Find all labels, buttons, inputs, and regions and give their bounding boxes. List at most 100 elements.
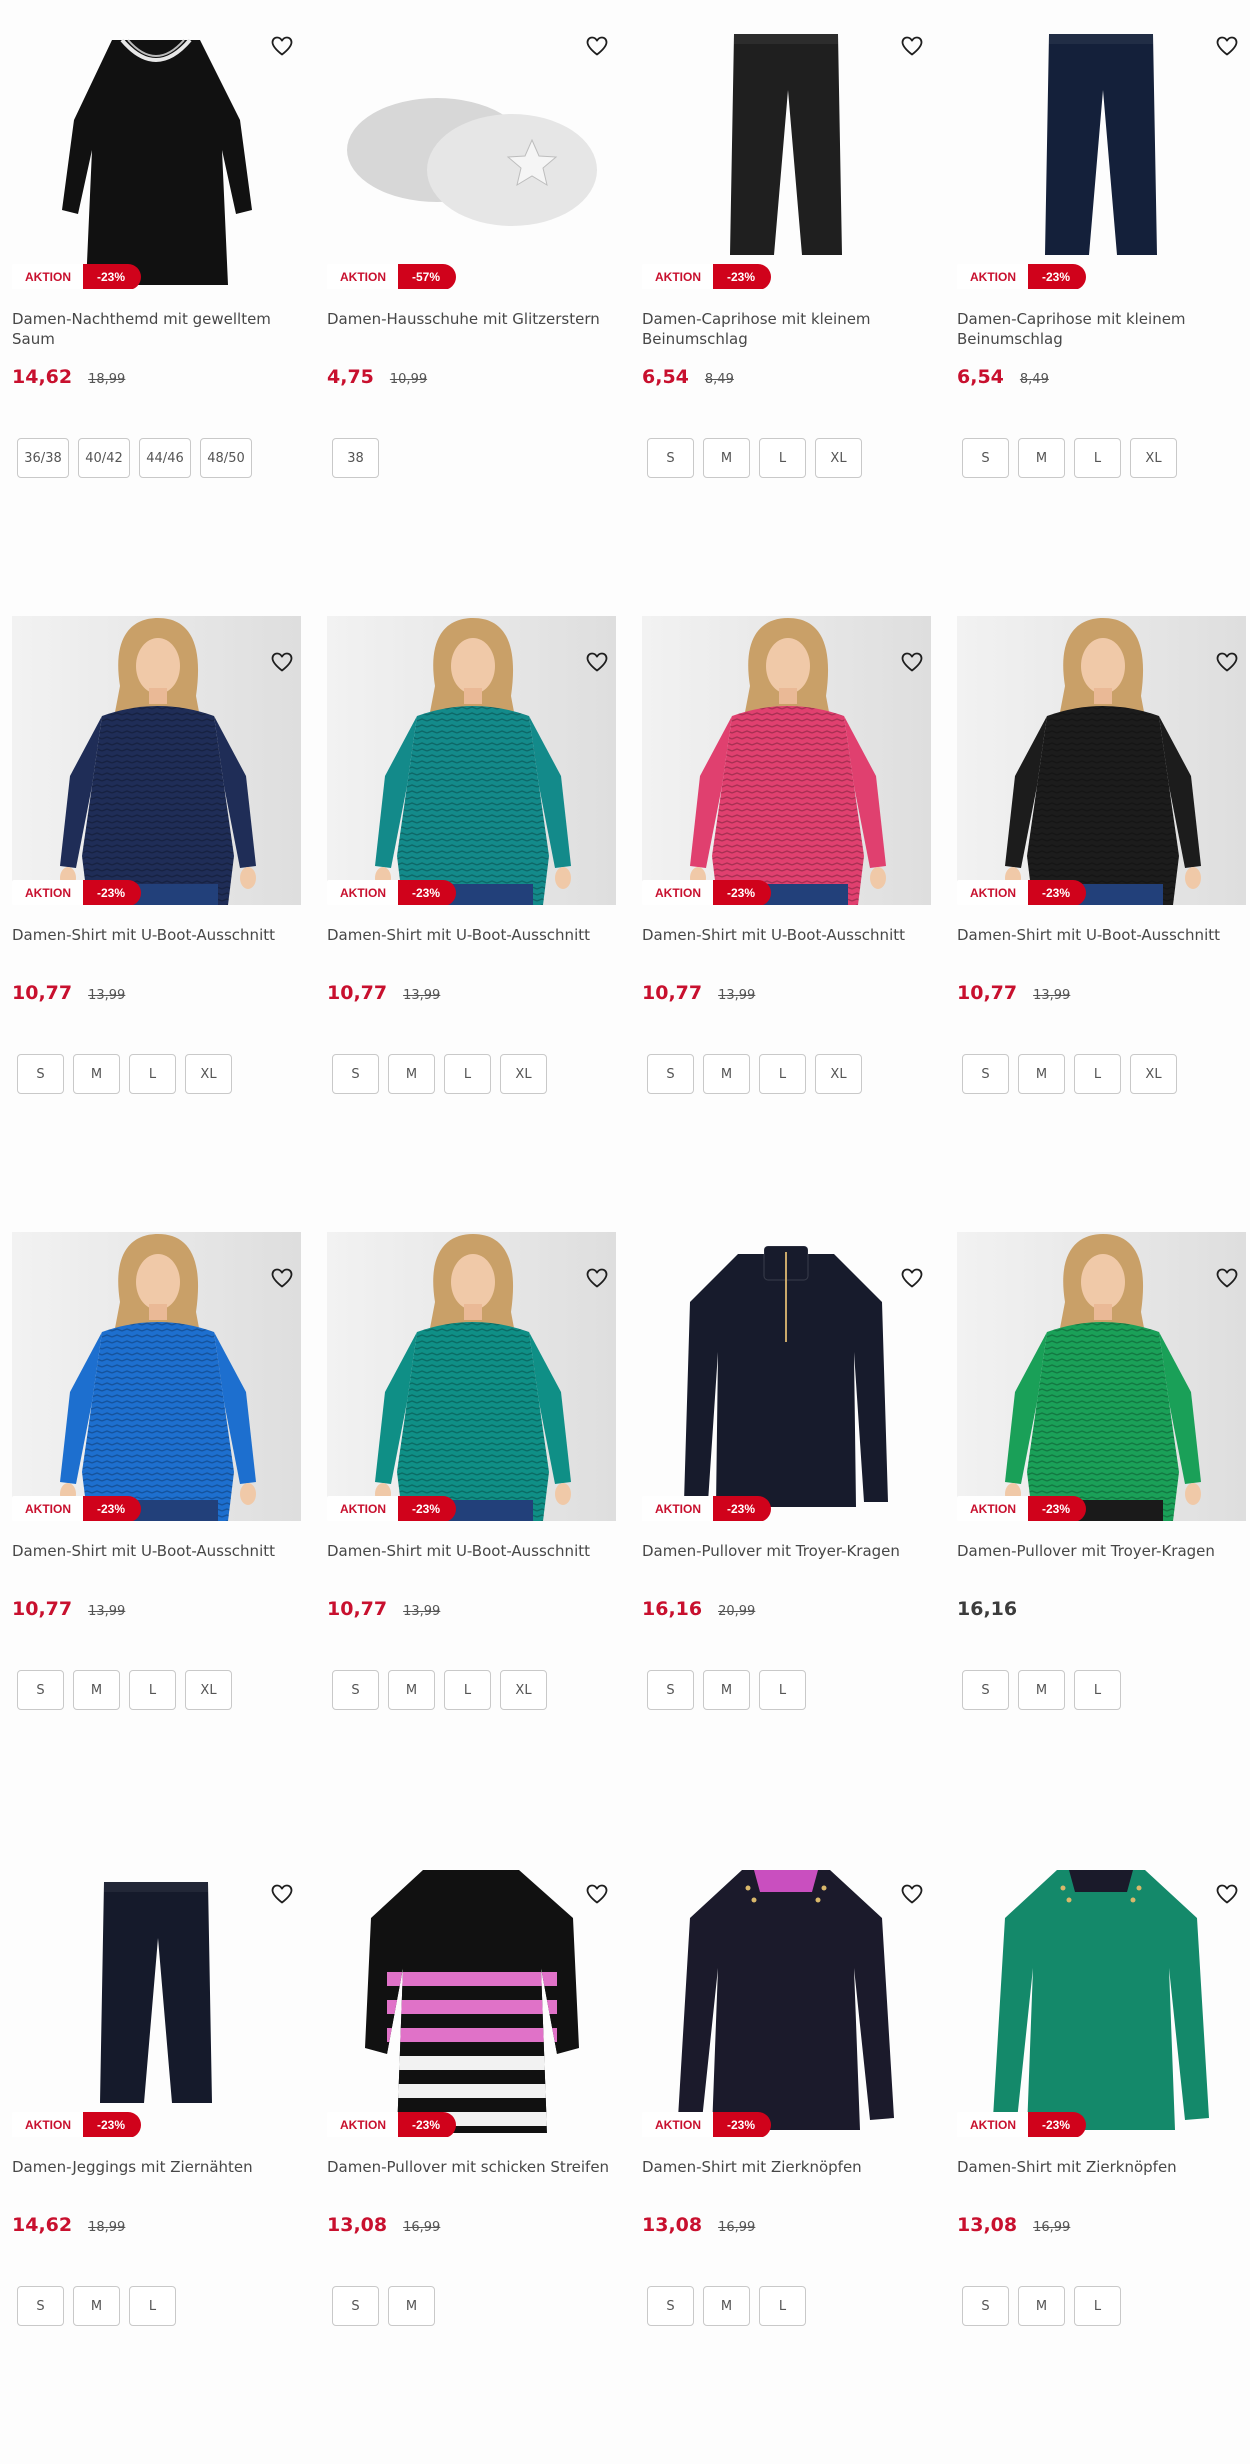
size-option[interactable]: S [647, 1054, 694, 1094]
size-option[interactable]: M [388, 1670, 435, 1710]
product-card[interactable]: AKTION -23% Damen-Shirt mit U-Boot-Aussc… [12, 616, 301, 1232]
size-option[interactable]: S [17, 1054, 64, 1094]
product-image[interactable]: AKTION -23% [957, 1848, 1246, 2137]
heart-icon[interactable] [1215, 34, 1239, 58]
size-option[interactable]: L [759, 1670, 806, 1710]
heart-icon[interactable] [900, 34, 924, 58]
product-name[interactable]: Damen-Shirt mit U-Boot-Ausschnitt [12, 1541, 301, 1561]
size-option[interactable]: S [332, 2286, 379, 2326]
size-option[interactable]: XL [1130, 438, 1177, 478]
size-option[interactable]: 48/50 [200, 438, 252, 478]
product-image[interactable]: AKTION -23% [642, 616, 931, 905]
product-name[interactable]: Damen-Hausschuhe mit Glitzerstern [327, 309, 616, 329]
product-name[interactable]: Damen-Jeggings mit Ziernähten [12, 2157, 301, 2177]
size-option[interactable]: M [1018, 438, 1065, 478]
product-name[interactable]: Damen-Pullover mit schicken Streifen [327, 2157, 616, 2177]
product-image[interactable]: AKTION -23% [12, 0, 301, 289]
size-option[interactable]: S [962, 438, 1009, 478]
product-image[interactable]: AKTION -57% [327, 0, 616, 289]
size-option[interactable]: M [388, 2286, 435, 2326]
product-name[interactable]: Damen-Pullover mit Troyer-Kragen [642, 1541, 931, 1561]
product-name[interactable]: Damen-Pullover mit Troyer-Kragen [957, 1541, 1246, 1561]
product-card[interactable]: AKTION -23% Damen-Shirt mit U-Boot-Aussc… [12, 1232, 301, 1848]
product-card[interactable]: AKTION -23% Damen-Shirt mit U-Boot-Aussc… [957, 616, 1246, 1232]
product-name[interactable]: Damen-Shirt mit U-Boot-Ausschnitt [642, 925, 931, 945]
size-option[interactable]: 38 [332, 438, 379, 478]
product-image[interactable]: AKTION -23% [12, 1848, 301, 2137]
size-option[interactable]: S [647, 2286, 694, 2326]
product-name[interactable]: Damen-Shirt mit U-Boot-Ausschnitt [12, 925, 301, 945]
product-card[interactable]: AKTION -23% Damen-Pullover mit Troyer-Kr… [957, 1232, 1246, 1848]
product-image[interactable]: AKTION -23% [327, 1848, 616, 2137]
size-option[interactable]: 44/46 [139, 438, 191, 478]
heart-icon[interactable] [585, 1266, 609, 1290]
product-name[interactable]: Damen-Shirt mit Zierknöpfen [957, 2157, 1246, 2177]
product-image[interactable]: AKTION -23% [957, 1232, 1246, 1521]
size-option[interactable]: M [703, 438, 750, 478]
product-name[interactable]: Damen-Shirt mit U-Boot-Ausschnitt [327, 925, 616, 945]
heart-icon[interactable] [270, 1266, 294, 1290]
product-card[interactable]: AKTION -23% Damen-Jeggings mit Ziernähte… [12, 1848, 301, 2464]
size-option[interactable]: XL [500, 1670, 547, 1710]
size-option[interactable]: 40/42 [78, 438, 130, 478]
product-card[interactable]: AKTION -23% Damen-Shirt mit U-Boot-Aussc… [327, 616, 616, 1232]
product-name[interactable]: Damen-Shirt mit Zierknöpfen [642, 2157, 931, 2177]
size-option[interactable]: M [73, 2286, 120, 2326]
size-option[interactable]: XL [815, 1054, 862, 1094]
product-image[interactable]: AKTION -23% [957, 616, 1246, 905]
heart-icon[interactable] [585, 34, 609, 58]
product-image[interactable]: AKTION -23% [12, 1232, 301, 1521]
size-option[interactable]: M [73, 1670, 120, 1710]
size-option[interactable]: S [647, 1670, 694, 1710]
heart-icon[interactable] [900, 1266, 924, 1290]
size-option[interactable]: S [962, 1054, 1009, 1094]
heart-icon[interactable] [1215, 1882, 1239, 1906]
size-option[interactable]: 36/38 [17, 438, 69, 478]
product-name[interactable]: Damen-Caprihose mit kleinem Beinumschlag [957, 309, 1246, 349]
size-option[interactable]: M [1018, 1670, 1065, 1710]
product-card[interactable]: AKTION -23% Damen-Pullover mit schicken … [327, 1848, 616, 2464]
size-option[interactable]: S [962, 2286, 1009, 2326]
product-card[interactable]: AKTION -23% Damen-Nachthemd mit gewellte… [12, 0, 301, 616]
size-option[interactable]: S [332, 1054, 379, 1094]
product-image[interactable]: AKTION -23% [642, 0, 931, 289]
product-image[interactable]: AKTION -23% [642, 1848, 931, 2137]
heart-icon[interactable] [270, 34, 294, 58]
size-option[interactable]: S [17, 1670, 64, 1710]
product-card[interactable]: AKTION -23% Damen-Caprihose mit kleinem … [957, 0, 1246, 616]
product-image[interactable]: AKTION -23% [957, 0, 1246, 289]
product-name[interactable]: Damen-Shirt mit U-Boot-Ausschnitt [327, 1541, 616, 1561]
size-option[interactable]: XL [500, 1054, 547, 1094]
product-card[interactable]: AKTION -57% Damen-Hausschuhe mit Glitzer… [327, 0, 616, 616]
product-name[interactable]: Damen-Caprihose mit kleinem Beinumschlag [642, 309, 931, 349]
size-option[interactable]: S [647, 438, 694, 478]
size-option[interactable]: M [388, 1054, 435, 1094]
size-option[interactable]: S [332, 1670, 379, 1710]
product-card[interactable]: AKTION -23% Damen-Shirt mit Zierknöpfen … [642, 1848, 931, 2464]
product-image[interactable]: AKTION -23% [642, 1232, 931, 1521]
size-option[interactable]: M [1018, 1054, 1065, 1094]
size-option[interactable]: XL [1130, 1054, 1177, 1094]
size-option[interactable]: M [1018, 2286, 1065, 2326]
heart-icon[interactable] [1215, 650, 1239, 674]
product-card[interactable]: AKTION -23% Damen-Caprihose mit kleinem … [642, 0, 931, 616]
product-image[interactable]: AKTION -23% [12, 616, 301, 905]
product-name[interactable]: Damen-Shirt mit U-Boot-Ausschnitt [957, 925, 1246, 945]
size-option[interactable]: L [1074, 438, 1121, 478]
size-option[interactable]: L [759, 1054, 806, 1094]
size-option[interactable]: L [1074, 2286, 1121, 2326]
product-card[interactable]: AKTION -23% Damen-Shirt mit U-Boot-Aussc… [642, 616, 931, 1232]
heart-icon[interactable] [900, 650, 924, 674]
size-option[interactable]: L [759, 2286, 806, 2326]
size-option[interactable]: L [129, 1054, 176, 1094]
size-option[interactable]: L [444, 1054, 491, 1094]
heart-icon[interactable] [1215, 1266, 1239, 1290]
size-option[interactable]: L [759, 438, 806, 478]
size-option[interactable]: M [703, 1054, 750, 1094]
size-option[interactable]: L [129, 2286, 176, 2326]
size-option[interactable]: L [1074, 1054, 1121, 1094]
product-card[interactable]: AKTION -23% Damen-Shirt mit U-Boot-Aussc… [327, 1232, 616, 1848]
product-card[interactable]: AKTION -23% Damen-Pullover mit Troyer-Kr… [642, 1232, 931, 1848]
heart-icon[interactable] [585, 650, 609, 674]
size-option[interactable]: L [129, 1670, 176, 1710]
